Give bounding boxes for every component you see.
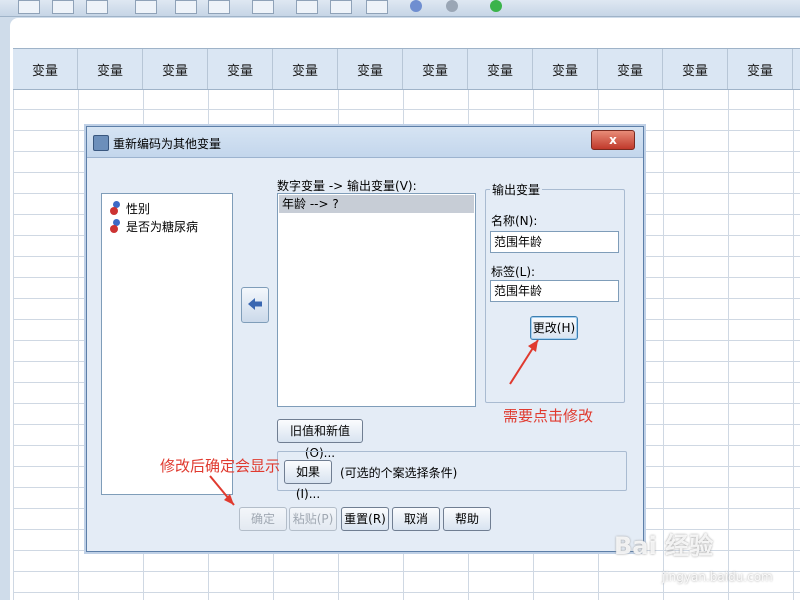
old-new-values-button[interactable]: 旧值和新值(O)... [277, 419, 363, 460]
toolbar-circle-icon[interactable] [490, 0, 502, 12]
watermark-logo: Bai 经验 [614, 532, 714, 560]
recode-dialog: 重新编码为其他变量 x 性别 是否为糖尿病 数字变量 -> 输出变量(V): 年… [86, 126, 644, 552]
label-label: 标签(L): [491, 265, 536, 279]
column-header[interactable]: 变量 [468, 49, 533, 89]
column-header[interactable]: 变量 [598, 49, 663, 89]
toolbar-circle-icon[interactable] [446, 0, 458, 12]
column-header[interactable]: 变量 [78, 49, 143, 89]
variable-icon [110, 201, 122, 215]
reset-button[interactable]: 重置(R) [341, 507, 389, 531]
toolbar [0, 0, 800, 17]
variable-name: 是否为糖尿病 [126, 219, 199, 234]
column-header[interactable]: 变量 [403, 49, 468, 89]
watermark-url: jingyan.baidu.com [662, 570, 773, 584]
if-button[interactable]: 如果(I)... [284, 460, 332, 501]
toolbar-button-icon[interactable] [175, 0, 197, 14]
column-header[interactable]: 变量 [663, 49, 728, 89]
column-header-row: 变量 变量 变量 变量 变量 变量 变量 变量 变量 变量 变量 变量 [13, 48, 800, 90]
arrow-left-icon [248, 298, 262, 310]
output-variable-group: 输出变量 名称(N): 范围年龄 标签(L): 范围年龄 更改(H) [485, 181, 625, 403]
column-header[interactable]: 变量 [208, 49, 273, 89]
dialog-titlebar[interactable]: 重新编码为其他变量 x [87, 127, 643, 158]
toolbar-button-icon[interactable] [330, 0, 352, 14]
paste-button[interactable]: 粘贴(P) [289, 507, 337, 531]
change-button[interactable]: 更改(H) [530, 316, 578, 340]
column-header[interactable]: 变量 [143, 49, 208, 89]
column-header[interactable]: 变量 [338, 49, 403, 89]
mapping-item[interactable]: 年龄 --> ? [279, 195, 474, 213]
toolbar-button-icon[interactable] [366, 0, 388, 14]
source-variable-list[interactable]: 性别 是否为糖尿病 [101, 193, 233, 495]
output-group-title: 输出变量 [490, 181, 543, 198]
column-header[interactable]: 变量 [13, 49, 78, 89]
toolbar-button-icon[interactable] [86, 0, 108, 14]
close-button[interactable]: x [591, 130, 635, 150]
recode-icon [93, 135, 109, 151]
name-label: 名称(N): [491, 214, 538, 228]
toolbar-circle-icon[interactable] [410, 0, 422, 12]
ok-button[interactable]: 确定 [239, 507, 287, 531]
cancel-button[interactable]: 取消 [392, 507, 440, 531]
variable-icon [110, 219, 122, 233]
toolbar-button-icon[interactable] [296, 0, 318, 14]
toolbar-button-icon[interactable] [52, 0, 74, 14]
toolbar-button-icon[interactable] [135, 0, 157, 14]
annotation-after-modify: 修改后确定会显示 [160, 457, 281, 475]
name-field[interactable]: 范围年龄 [490, 231, 619, 253]
column-header[interactable]: 变量 [273, 49, 338, 89]
if-hint: (可选的个案选择条件) [340, 466, 458, 480]
column-header[interactable]: 变量 [533, 49, 598, 89]
annotation-need-click: 需要点击修改 [503, 407, 594, 425]
list-item[interactable]: 性别 [110, 200, 150, 216]
mapping-list[interactable]: 年龄 --> ? [277, 193, 476, 407]
list-item[interactable]: 是否为糖尿病 [110, 218, 198, 234]
toolbar-button-icon[interactable] [18, 0, 40, 14]
dialog-title: 重新编码为其他变量 [113, 137, 222, 151]
move-variable-button[interactable] [241, 287, 269, 323]
toolbar-button-icon[interactable] [208, 0, 230, 14]
mapping-label: 数字变量 -> 输出变量(V): [277, 179, 417, 193]
label-field[interactable]: 范围年龄 [490, 280, 619, 302]
if-condition-group: 如果(I)... (可选的个案选择条件) [277, 451, 627, 501]
column-header[interactable]: 变量 [728, 49, 793, 89]
variable-name: 性别 [126, 201, 151, 216]
help-button[interactable]: 帮助 [443, 507, 491, 531]
toolbar-button-icon[interactable] [252, 0, 274, 14]
